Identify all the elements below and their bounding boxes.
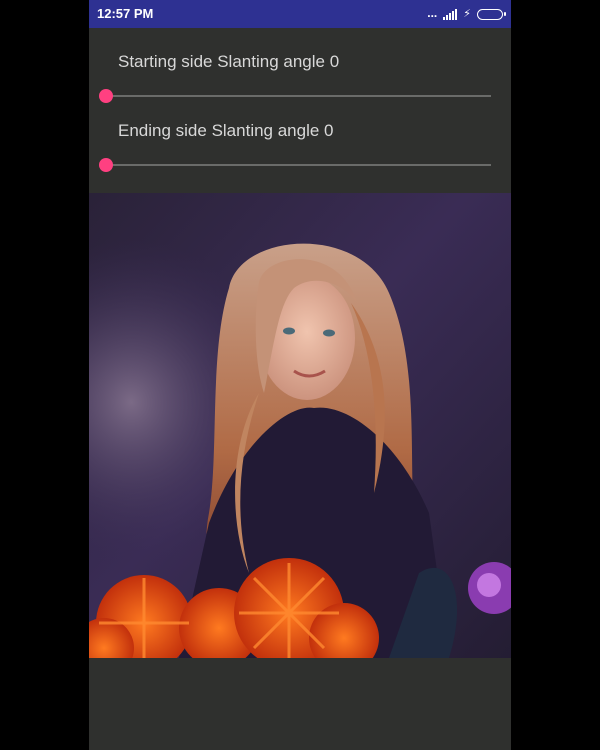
status-icons: ... ⚡ xyxy=(427,6,506,21)
status-time: 12:57 PM xyxy=(97,6,154,21)
end-angle-slider[interactable] xyxy=(99,155,493,175)
phone-screen: 12:57 PM ... ⚡ Starting side Slanting an… xyxy=(89,0,511,750)
slider-thumb[interactable] xyxy=(99,158,113,172)
battery-icon xyxy=(477,8,506,20)
start-angle-slider[interactable] xyxy=(99,86,493,106)
slider-track xyxy=(107,164,491,166)
slider-thumb[interactable] xyxy=(99,89,113,103)
slanted-image-view xyxy=(89,193,511,658)
status-bar: 12:57 PM ... ⚡ xyxy=(89,0,511,28)
charging-icon: ⚡ xyxy=(463,8,471,20)
slider-track xyxy=(107,95,491,97)
end-angle-label: Ending side Slanting angle 0 xyxy=(118,121,334,140)
start-angle-label: Starting side Slanting angle 0 xyxy=(118,52,340,71)
photo-girl-with-flowers-icon xyxy=(89,193,511,658)
notification-dots-icon: ... xyxy=(427,6,438,20)
signal-strength-icon xyxy=(443,8,458,20)
